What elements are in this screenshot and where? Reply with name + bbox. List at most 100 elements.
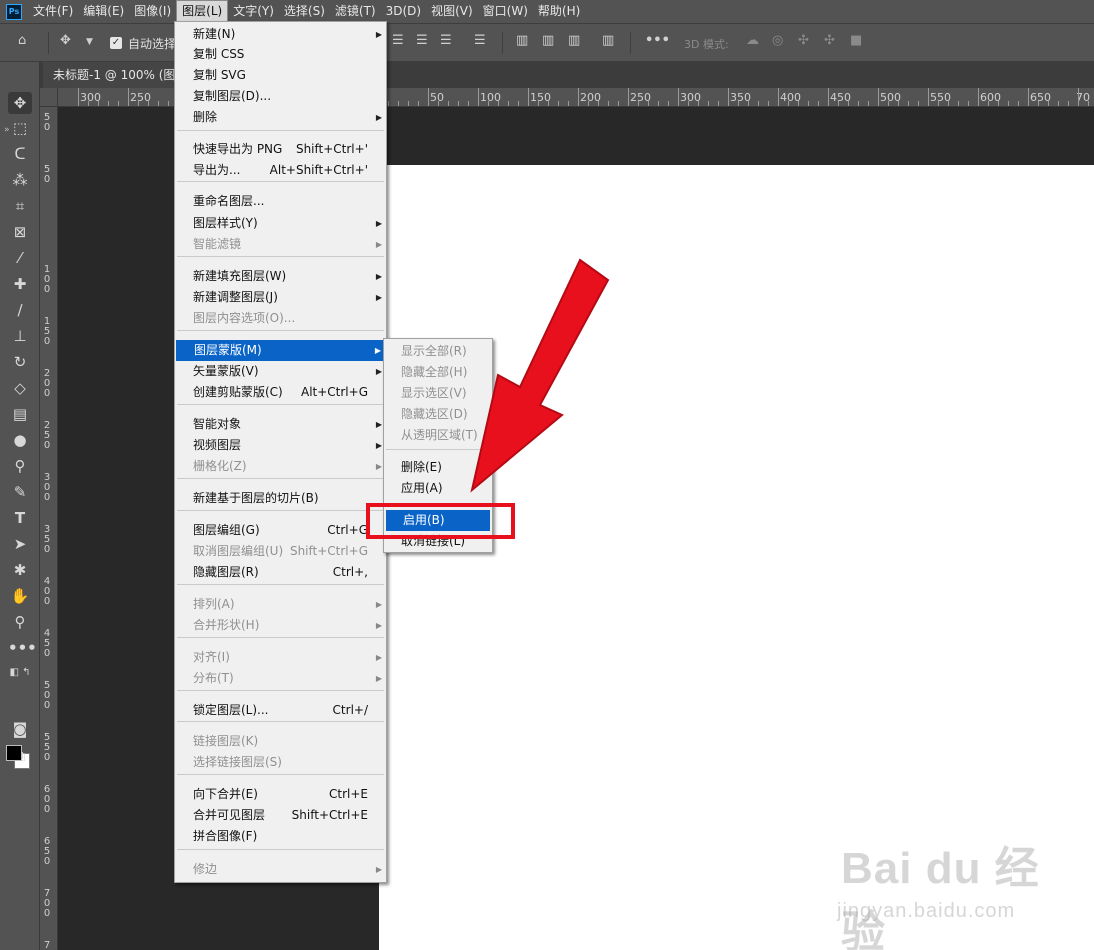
ruler-tick-label: 50 bbox=[43, 164, 51, 185]
gradient-tool-icon[interactable]: ▤ bbox=[8, 403, 32, 425]
menu-layer[interactable]: 图层(L) bbox=[176, 0, 229, 23]
layer-menu-item[interactable]: 图层蒙版(M) ▶ bbox=[176, 340, 385, 361]
align-left-icon[interactable]: ☰ bbox=[392, 33, 404, 48]
layer-menu-item[interactable]: 图层样式(Y) ▶ bbox=[175, 213, 386, 234]
layer-menu-item[interactable]: 复制 CSS bbox=[175, 44, 386, 65]
menu-select[interactable]: 选择(S) bbox=[279, 0, 330, 23]
menu-window[interactable]: 窗口(W) bbox=[478, 0, 533, 23]
layer-menu-item: 分布(T) ▶ bbox=[175, 668, 386, 689]
swap-colors-icon[interactable]: ◧ ↰ bbox=[8, 662, 32, 684]
layer-menu-item[interactable]: 合并可见图层 Shift+Ctrl+E bbox=[175, 805, 386, 826]
menu-view[interactable]: 视图(V) bbox=[426, 0, 478, 23]
layer-menu-item[interactable]: 新建调整图层(J) ▶ bbox=[175, 287, 386, 308]
layer-menu-item[interactable]: 锁定图层(L)... Ctrl+/ bbox=[175, 700, 386, 721]
distribute-icon[interactable]: ☰ bbox=[474, 33, 486, 48]
marquee-tool-icon[interactable]: ⬚ bbox=[8, 117, 32, 139]
menu-separator bbox=[177, 330, 384, 331]
layer-menu-item[interactable]: 智能对象 ▶ bbox=[175, 414, 386, 435]
layer-menu-item[interactable]: 隐藏图层(R) Ctrl+, bbox=[175, 562, 386, 583]
layer-menu-item[interactable]: 拼合图像(F) bbox=[175, 826, 386, 847]
ruler-origin[interactable] bbox=[40, 88, 58, 107]
layer-menu-item[interactable]: 导出为... Alt+Shift+Ctrl+' bbox=[175, 160, 386, 181]
align-center-icon[interactable]: ☰ bbox=[416, 33, 428, 48]
layer-menu-item[interactable]: 新建基于图层的切片(B) bbox=[175, 488, 386, 509]
move-tool-icon[interactable]: ✥ bbox=[8, 92, 32, 114]
layer-menu-item[interactable]: 图层编组(G) Ctrl+G bbox=[175, 520, 386, 541]
menu-item-shortcut: Ctrl+/ bbox=[332, 703, 368, 717]
layer-menu-item: 智能滤镜 ▶ bbox=[175, 234, 386, 255]
align-right-icon[interactable]: ☰ bbox=[440, 33, 452, 48]
menu-help[interactable]: 帮助(H) bbox=[533, 0, 585, 23]
menu-file[interactable]: 文件(F) bbox=[28, 0, 78, 23]
eraser-tool-icon[interactable]: ◇ bbox=[8, 377, 32, 399]
quick-mask-icon[interactable]: ◙ bbox=[8, 718, 32, 740]
3d-pan-icon[interactable]: ✣ bbox=[798, 33, 809, 48]
layer-menu-item[interactable]: 重命名图层... bbox=[175, 191, 386, 212]
red-arrow-annotation bbox=[470, 258, 610, 493]
menu-item-label: 锁定图层(L)... bbox=[193, 703, 269, 717]
3d-slide-icon[interactable]: ✣ bbox=[824, 33, 835, 48]
layer-menu-item[interactable]: 视频图层 ▶ bbox=[175, 435, 386, 456]
menu-separator bbox=[177, 181, 384, 182]
ruler-tick bbox=[988, 101, 989, 106]
layer-menu-item[interactable]: 快速导出为 PNG Shift+Ctrl+' bbox=[175, 139, 386, 160]
menu-item-label: 图层样式(Y) bbox=[193, 216, 258, 230]
ruler-tick bbox=[588, 101, 589, 106]
brush-tool-icon[interactable]: ∕ bbox=[8, 299, 32, 321]
shape-tool-icon[interactable]: ✱ bbox=[8, 559, 32, 581]
menu-3d[interactable]: 3D(D) bbox=[381, 0, 426, 23]
menu-image[interactable]: 图像(I) bbox=[129, 0, 176, 23]
more-options-icon[interactable]: ••• bbox=[645, 33, 670, 48]
ruler-tick bbox=[708, 101, 709, 106]
history-brush-tool-icon[interactable]: ↻ bbox=[8, 351, 32, 373]
move-tool-icon[interactable]: ✥ bbox=[60, 33, 71, 48]
layer-menu-item[interactable]: 新建(N) ▶ bbox=[175, 24, 386, 45]
align-bottom-icon[interactable]: ▥ bbox=[568, 33, 580, 48]
align-middle-icon[interactable]: ▥ bbox=[542, 33, 554, 48]
eyedropper-tool-icon[interactable]: ⁄ bbox=[8, 247, 32, 269]
3d-orbit-icon[interactable]: ☁ bbox=[746, 33, 759, 48]
edit-toolbar-icon[interactable]: ••• bbox=[8, 637, 37, 659]
crop-tool-icon[interactable]: ⌗ bbox=[8, 195, 32, 217]
submenu-arrow-icon: ▶ bbox=[375, 272, 382, 281]
menu-type[interactable]: 文字(Y) bbox=[228, 0, 279, 23]
chevron-down-icon[interactable]: ▼ bbox=[86, 37, 93, 47]
menu-edit[interactable]: 编辑(E) bbox=[78, 0, 129, 23]
submenu-arrow-icon: ▶ bbox=[375, 865, 382, 874]
layer-menu-item[interactable]: 复制图层(D)... bbox=[175, 86, 386, 107]
magic-wand-tool-icon[interactable]: ⁂ bbox=[8, 169, 32, 191]
auto-select-checkbox[interactable]: ✓ bbox=[110, 37, 122, 49]
hand-tool-icon[interactable]: ✋ bbox=[8, 585, 32, 607]
3d-scale-icon[interactable]: ■ bbox=[850, 33, 862, 48]
distribute-vertical-icon[interactable]: ▥ bbox=[602, 33, 614, 48]
layer-menu-item[interactable]: 矢量蒙版(V) ▶ bbox=[175, 361, 386, 382]
menu-item-label: 分布(T) bbox=[193, 671, 234, 685]
align-top-icon[interactable]: ▥ bbox=[516, 33, 528, 48]
type-tool-icon[interactable]: T bbox=[8, 507, 32, 529]
ruler-tick bbox=[918, 101, 919, 106]
layer-menu-item[interactable]: 删除 ▶ bbox=[175, 107, 386, 128]
zoom-tool-icon[interactable]: ⚲ bbox=[8, 611, 32, 633]
vertical-ruler[interactable]: 50 50 100 150 200 250 300 350 400 450 500 550 600 650… bbox=[40, 107, 58, 950]
ruler-tick-label: 550 bbox=[43, 732, 51, 763]
foreground-color-swatch[interactable] bbox=[6, 745, 22, 761]
path-selection-tool-icon[interactable]: ➤ bbox=[8, 533, 32, 555]
3d-roll-icon[interactable]: ◎ bbox=[772, 33, 783, 48]
lasso-tool-icon[interactable]: ᑕ bbox=[8, 143, 32, 165]
menu-separator bbox=[177, 130, 384, 131]
healing-brush-tool-icon[interactable]: ✚ bbox=[8, 273, 32, 295]
home-icon[interactable]: ⌂ bbox=[18, 33, 26, 48]
layer-menu-item[interactable]: 创建剪贴蒙版(C) Alt+Ctrl+G bbox=[175, 382, 386, 403]
frame-tool-icon[interactable]: ⊠ bbox=[8, 221, 32, 243]
pen-tool-icon[interactable]: ✎ bbox=[8, 481, 32, 503]
dodge-tool-icon[interactable]: ⚲ bbox=[8, 455, 32, 477]
ruler-tick bbox=[678, 88, 679, 106]
menu-filter[interactable]: 滤镜(T) bbox=[330, 0, 381, 23]
ruler-tick bbox=[698, 101, 699, 106]
blur-tool-icon[interactable]: ● bbox=[8, 429, 32, 451]
menu-item-label: 选择链接图层(S) bbox=[193, 755, 282, 769]
layer-menu-item[interactable]: 新建填充图层(W) ▶ bbox=[175, 266, 386, 287]
layer-menu-item[interactable]: 向下合并(E) Ctrl+E bbox=[175, 784, 386, 805]
layer-menu-item[interactable]: 复制 SVG bbox=[175, 65, 386, 86]
clone-stamp-tool-icon[interactable]: ⊥ bbox=[8, 325, 32, 347]
